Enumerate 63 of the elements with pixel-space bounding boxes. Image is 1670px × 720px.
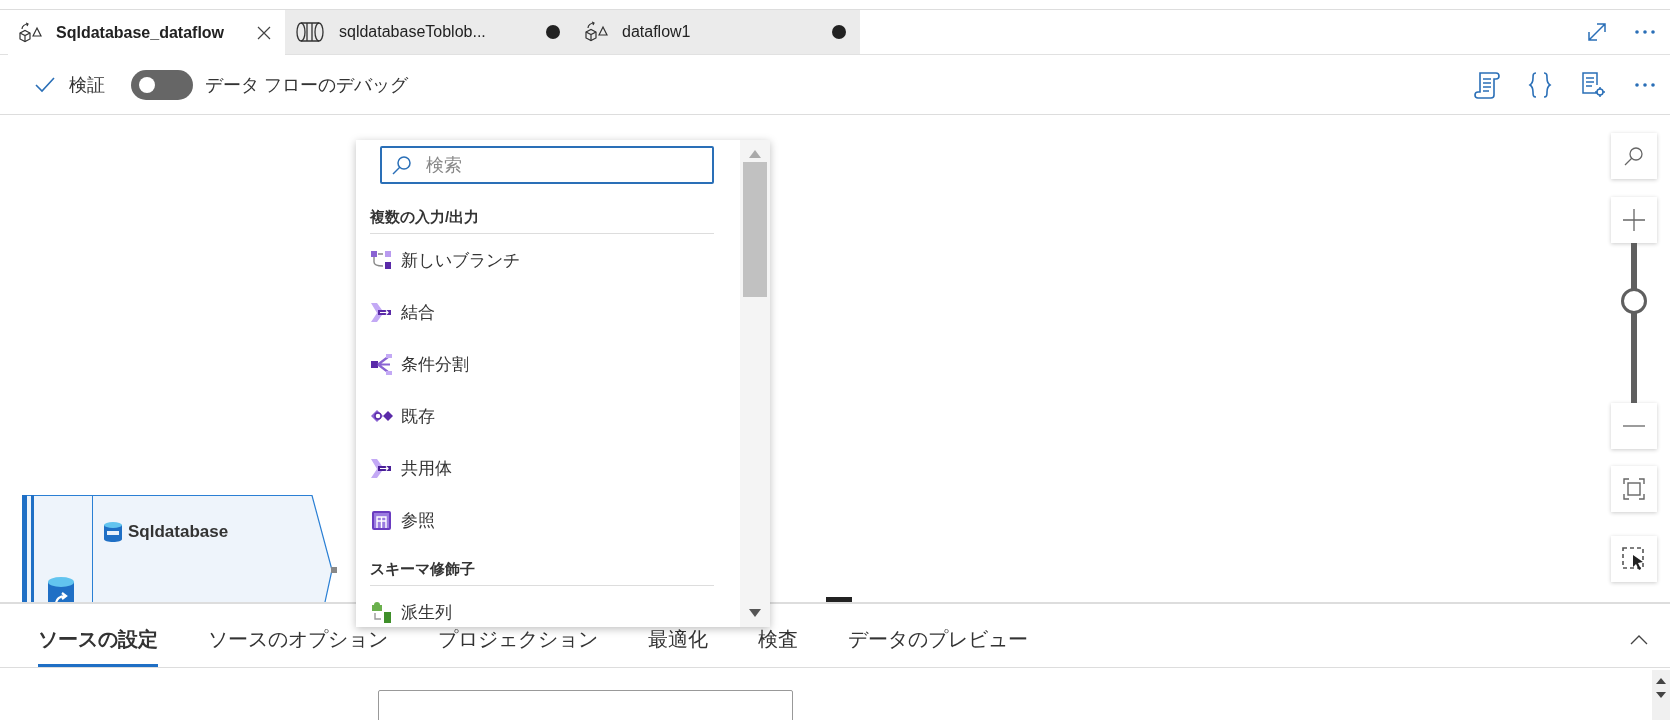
menu-item[interactable]: 条件分割 bbox=[370, 338, 714, 390]
node-title: Sqldatabase bbox=[128, 522, 229, 542]
panel-tab[interactable]: プロジェクション bbox=[438, 629, 598, 667]
menu-item[interactable]: 参照 bbox=[370, 494, 714, 546]
selection-icon bbox=[1622, 547, 1646, 571]
slider-thumb[interactable] bbox=[1621, 287, 1647, 314]
table-icon bbox=[370, 508, 393, 532]
close-icon[interactable] bbox=[257, 25, 271, 40]
toggle-label: データ フローのデバッグ bbox=[205, 73, 408, 97]
search-button[interactable] bbox=[1611, 133, 1657, 179]
panel-tab[interactable]: データのプレビュー bbox=[848, 629, 1028, 667]
panel-tab[interactable]: 検査 bbox=[758, 629, 798, 667]
scroll-down-icon bbox=[1656, 692, 1666, 698]
panel-tab[interactable]: ソースのオプション bbox=[208, 629, 388, 667]
sql-database-icon bbox=[104, 522, 122, 542]
properties-icon[interactable] bbox=[1580, 70, 1606, 99]
scroll-down-icon bbox=[749, 609, 761, 617]
code-icon[interactable] bbox=[1528, 70, 1552, 99]
branch-icon bbox=[370, 248, 393, 272]
collapse-icon[interactable] bbox=[1630, 634, 1648, 645]
pipeline-icon bbox=[295, 21, 325, 43]
merge-icon bbox=[370, 300, 393, 324]
scroll-up-icon bbox=[749, 150, 761, 158]
fit-view-button[interactable] bbox=[1611, 466, 1657, 512]
dataflow-icon bbox=[18, 20, 42, 45]
section-heading: 複数の入力/出力 bbox=[370, 208, 714, 234]
zoom-in-button[interactable] bbox=[1611, 197, 1657, 243]
scrollbar-thumb[interactable] bbox=[743, 162, 767, 297]
panel-tab[interactable]: 最適化 bbox=[648, 629, 708, 667]
validate-button[interactable]: 検証 bbox=[35, 72, 105, 97]
script-icon[interactable] bbox=[1474, 70, 1500, 99]
search-icon bbox=[1624, 146, 1644, 166]
section-heading: スキーマ修飾子 bbox=[370, 560, 714, 586]
scroll-up-icon bbox=[1656, 678, 1666, 684]
check-icon bbox=[35, 76, 55, 93]
split-icon bbox=[370, 352, 393, 376]
search-field[interactable]: 検索 bbox=[380, 146, 714, 184]
document-tab[interactable]: sqldatabaseToblob... bbox=[285, 10, 574, 54]
plus-icon bbox=[1623, 209, 1645, 231]
menu-item[interactable]: 共用体 bbox=[370, 442, 714, 494]
menu-item[interactable]: 派生列 bbox=[370, 586, 714, 627]
minus-icon bbox=[1623, 424, 1645, 428]
database-icon bbox=[48, 577, 74, 602]
input-field[interactable] bbox=[378, 690, 793, 720]
menu-item[interactable]: 結合 bbox=[370, 286, 714, 338]
zoom-out-button[interactable] bbox=[1611, 403, 1657, 449]
select-button[interactable] bbox=[1611, 536, 1657, 582]
dataflow-icon bbox=[584, 20, 608, 44]
panel-tab[interactable]: ソースの設定 bbox=[38, 629, 158, 667]
fit-view-icon bbox=[1623, 478, 1645, 500]
column-icon bbox=[370, 600, 393, 624]
document-tab[interactable]: dataflow1 bbox=[574, 10, 860, 54]
search-icon bbox=[392, 155, 412, 175]
menu-item[interactable]: 既存 bbox=[370, 390, 714, 442]
more-icon[interactable] bbox=[1634, 81, 1656, 88]
merge-icon bbox=[370, 456, 393, 480]
scrollbar[interactable] bbox=[1652, 670, 1670, 720]
resize-handle[interactable] bbox=[826, 597, 852, 602]
menu-item[interactable]: 新しいブランチ bbox=[370, 234, 714, 286]
scrollbar[interactable] bbox=[740, 140, 770, 627]
expand-icon[interactable] bbox=[1586, 21, 1608, 43]
debug-toggle[interactable] bbox=[131, 69, 193, 100]
more-icon[interactable] bbox=[1634, 29, 1656, 35]
